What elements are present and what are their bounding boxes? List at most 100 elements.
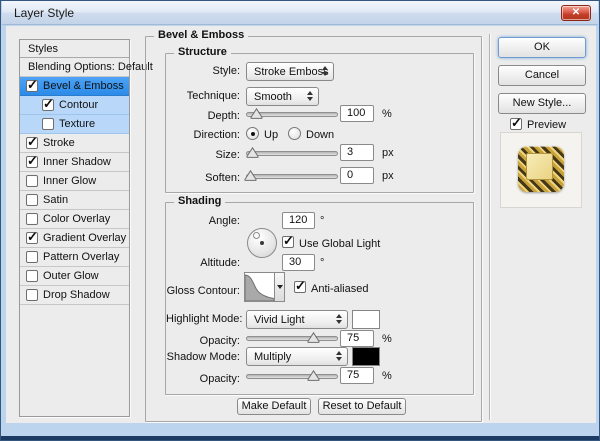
- sidebar-item-outer-glow[interactable]: Outer Glow: [20, 267, 129, 286]
- use-global-light-checkbox[interactable]: [282, 236, 294, 248]
- slider-thumb[interactable]: [246, 147, 259, 158]
- highlight-opacity-input[interactable]: 75: [340, 330, 374, 347]
- sidebar-item-label: Color Overlay: [43, 213, 110, 225]
- new-style-button[interactable]: New Style...: [498, 93, 586, 114]
- shading-title: Shading: [174, 195, 225, 207]
- checkbox-icon[interactable]: [26, 213, 38, 225]
- shading-group: Shading Angle: 120 ° Use Global Light Al…: [165, 202, 474, 395]
- window-bottom-edge: [1, 436, 599, 440]
- gloss-contour-picker[interactable]: [244, 272, 285, 302]
- structure-group: Structure Style: Stroke Emboss Technique…: [165, 53, 474, 193]
- depth-input[interactable]: 100: [340, 105, 374, 122]
- dialog-body: Styles Blending Options: Default Bevel &…: [6, 26, 596, 423]
- style-value: Stroke Emboss: [254, 66, 329, 78]
- sidebar-item-color-overlay[interactable]: Color Overlay: [20, 210, 129, 229]
- soften-label: Soften:: [166, 172, 240, 184]
- technique-label: Technique:: [166, 90, 240, 102]
- checkbox-icon[interactable]: [26, 80, 38, 92]
- checkbox-icon[interactable]: [26, 194, 38, 206]
- slider-thumb[interactable]: [307, 332, 320, 343]
- sidebar-item-pattern-overlay[interactable]: Pattern Overlay: [20, 248, 129, 267]
- window-title: Layer Style: [14, 6, 74, 20]
- angle-marker-icon[interactable]: [253, 232, 260, 239]
- shadow-color-swatch[interactable]: [352, 347, 380, 366]
- shadow-mode-dropdown[interactable]: Multiply: [246, 347, 348, 366]
- checkbox-icon[interactable]: [26, 156, 38, 168]
- highlight-color-swatch[interactable]: [352, 310, 380, 329]
- checkbox-icon[interactable]: [26, 175, 38, 187]
- soften-slider[interactable]: [246, 174, 338, 179]
- depth-slider[interactable]: [246, 112, 338, 117]
- sidebar-item-blending-options[interactable]: Blending Options: Default: [20, 58, 129, 77]
- checkbox-icon[interactable]: [26, 251, 38, 263]
- sidebar-item-label: Inner Glow: [43, 175, 96, 187]
- highlight-opacity-label: Opacity:: [166, 335, 240, 347]
- sidebar-item-contour[interactable]: Contour: [20, 96, 129, 115]
- angle-unit: °: [320, 215, 324, 227]
- checkbox-icon[interactable]: [42, 118, 54, 130]
- slider-thumb[interactable]: [244, 170, 257, 181]
- slider-thumb[interactable]: [307, 370, 320, 381]
- style-preview-thumbnail: [518, 146, 564, 192]
- checkbox-icon[interactable]: [42, 99, 54, 111]
- preview-checkbox[interactable]: [510, 118, 522, 130]
- style-dropdown[interactable]: Stroke Emboss: [246, 62, 334, 81]
- checkbox-icon[interactable]: [26, 270, 38, 282]
- sidebar-item-texture[interactable]: Texture: [20, 115, 129, 134]
- soften-input[interactable]: 0: [340, 167, 374, 184]
- spinner-arrows-icon: [336, 351, 342, 361]
- contour-dropdown-arrow-icon[interactable]: [274, 273, 284, 301]
- shadow-opacity-slider[interactable]: [246, 374, 338, 379]
- altitude-label: Altitude:: [166, 257, 240, 269]
- highlight-mode-label: Highlight Mode:: [166, 313, 240, 325]
- sidebar-item-label: Bevel & Emboss: [43, 80, 124, 92]
- ok-button[interactable]: OK: [498, 37, 586, 58]
- size-unit: px: [382, 147, 394, 159]
- angle-label: Angle:: [166, 215, 240, 227]
- structure-title: Structure: [174, 46, 231, 58]
- make-default-button[interactable]: Make Default: [237, 398, 311, 415]
- sidebar-item-gradient-overlay[interactable]: Gradient Overlay: [20, 229, 129, 248]
- altitude-input[interactable]: 30: [282, 254, 315, 271]
- depth-label: Depth:: [166, 110, 240, 122]
- reset-to-default-button[interactable]: Reset to Default: [318, 398, 406, 415]
- sidebar-item-inner-shadow[interactable]: Inner Shadow: [20, 153, 129, 172]
- sidebar-item-bevel-emboss[interactable]: Bevel & Emboss: [20, 77, 129, 96]
- cancel-button[interactable]: Cancel: [498, 65, 586, 86]
- group-title: Bevel & Emboss: [154, 29, 248, 41]
- size-slider[interactable]: [246, 151, 338, 156]
- sidebar-item-label: Contour: [59, 99, 98, 111]
- direction-up-radio[interactable]: [246, 127, 259, 140]
- angle-input[interactable]: 120: [282, 212, 315, 229]
- close-button[interactable]: ✕: [561, 5, 591, 21]
- checkbox-icon[interactable]: [26, 289, 38, 301]
- angle-dial[interactable]: [247, 228, 277, 258]
- highlight-mode-dropdown[interactable]: Vivid Light: [246, 310, 348, 329]
- direction-label: Direction:: [166, 129, 240, 141]
- sidebar-item-label: Gradient Overlay: [43, 232, 126, 244]
- direction-down-radio[interactable]: [288, 127, 301, 140]
- angle-center-dot-icon: [260, 241, 264, 245]
- anti-aliased-checkbox[interactable]: [294, 281, 306, 293]
- size-input[interactable]: 3: [340, 144, 374, 161]
- direction-up-label: Up: [264, 129, 278, 141]
- checkbox-icon[interactable]: [26, 137, 38, 149]
- slider-thumb[interactable]: [250, 108, 263, 119]
- highlight-opacity-slider[interactable]: [246, 336, 338, 341]
- altitude-unit: °: [320, 257, 324, 269]
- styles-list: Styles Blending Options: Default Bevel &…: [19, 39, 130, 417]
- sidebar-item-drop-shadow[interactable]: Drop Shadow: [20, 286, 129, 305]
- sidebar-item-satin[interactable]: Satin: [20, 191, 129, 210]
- title-bar[interactable]: Layer Style ✕: [2, 1, 598, 25]
- shadow-opacity-input[interactable]: 75: [340, 367, 374, 384]
- sidebar-item-label: Satin: [43, 194, 68, 206]
- sidebar-item-stroke[interactable]: Stroke: [20, 134, 129, 153]
- checkbox-icon[interactable]: [26, 232, 38, 244]
- anti-aliased-label: Anti-aliased: [311, 283, 368, 295]
- styles-list-header: Styles: [20, 40, 129, 58]
- sidebar-item-inner-glow[interactable]: Inner Glow: [20, 172, 129, 191]
- vertical-divider: [489, 34, 490, 420]
- sidebar-item-label: Blending Options: Default: [28, 61, 153, 73]
- technique-dropdown[interactable]: Smooth: [246, 87, 319, 106]
- shadow-opacity-unit: %: [382, 370, 392, 382]
